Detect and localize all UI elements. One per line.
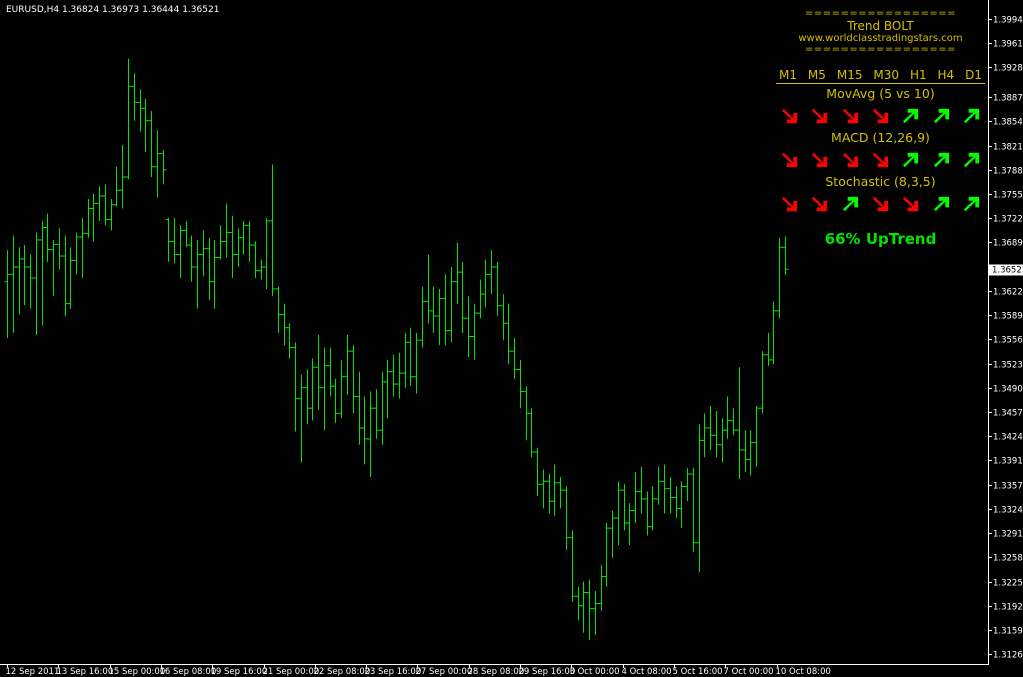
timeframe-label: H4: [937, 68, 955, 82]
time-tick-label: 22 Sep 08:00: [314, 667, 371, 677]
arrow-up-icon: [933, 152, 949, 167]
indicator-macd-arrows: [776, 148, 985, 172]
timeframe-label: M1: [779, 68, 797, 82]
price-tick-label: 1.39610: [993, 40, 1023, 50]
time-tick-label: 10 Oct 08:00: [776, 667, 831, 677]
equals-line-top: =================: [805, 9, 956, 19]
price-tick-label: 1.33910: [993, 457, 1023, 467]
panel-url: www.worldclasstradingstars.com: [798, 33, 963, 44]
timeframe-row: M1 M5 M15 M30 H1 H4 D1: [776, 67, 985, 84]
price-tick-label: 1.31260: [993, 651, 1023, 661]
time-tick-label: 12 Sep 2011: [6, 667, 60, 677]
indicator-stochastic-title: Stochastic (8,3,5): [825, 174, 936, 189]
time-tick-label: 5 Oct 16:00: [673, 667, 723, 677]
current-price-label: 1.36521: [992, 266, 1023, 276]
time-tick-label: 7 Oct 00:00: [724, 667, 774, 677]
time-tick-label: 13 Sep 16:00: [57, 667, 114, 677]
arrow-down-icon: [812, 152, 828, 167]
time-tick-label: 3 Oct 00:00: [570, 667, 620, 677]
price-tick-label: 1.33570: [993, 482, 1023, 492]
arrow-down-icon: [842, 152, 858, 167]
timeframe-label: M30: [873, 68, 900, 82]
price-tick-label: 1.35560: [993, 336, 1023, 346]
arrow-up-icon: [933, 108, 949, 123]
indicator-movavg-title: MovAvg (5 vs 10): [826, 86, 935, 101]
symbol-info: EURUSD,H4 1.36824 1.36973 1.36444 1.3652…: [6, 5, 220, 15]
price-tick-label: 1.38870: [993, 94, 1023, 104]
trend-summary: 66% UpTrend: [824, 230, 937, 248]
price-tick-label: 1.39280: [993, 64, 1023, 74]
panel-title: Trend BOLT: [847, 19, 914, 33]
timeframe-label: H1: [909, 68, 927, 82]
arrow-up-icon: [903, 152, 919, 167]
price-tick-label: 1.38210: [993, 143, 1023, 153]
price-tick-label: 1.36890: [993, 239, 1023, 249]
price-tick-label: 1.34570: [993, 409, 1023, 419]
time-tick-label: 16 Sep 08:00: [160, 667, 217, 677]
timeframe-label: M15: [836, 68, 863, 82]
time-tick-label: 4 Oct 08:00: [622, 667, 672, 677]
indicator-stochastic-arrows: [776, 192, 985, 216]
price-tick-label: 1.35890: [993, 312, 1023, 322]
price-tick-label: 1.34240: [993, 433, 1023, 443]
price-tick-label: 1.37880: [993, 167, 1023, 177]
timeframe-label: M5: [807, 68, 826, 82]
arrow-down-icon: [842, 108, 858, 123]
time-tick-label: 21 Sep 00:00: [263, 667, 320, 677]
price-tick-label: 1.32580: [993, 554, 1023, 564]
time-tick-label: 23 Sep 16:00: [365, 667, 422, 677]
price-tick-label: 1.36220: [993, 288, 1023, 298]
price-tick-label: 1.38540: [993, 118, 1023, 128]
time-tick-label: 29 Sep 16:00: [519, 667, 576, 677]
arrow-up-icon: [933, 196, 949, 211]
price-tick-label: 1.32250: [993, 579, 1023, 589]
price-tick-label: 1.32910: [993, 530, 1023, 540]
arrow-down-icon: [812, 108, 828, 123]
price-tick-label: 1.37550: [993, 191, 1023, 201]
arrow-down-icon: [903, 196, 919, 211]
price-tick-label: 1.39940: [993, 16, 1023, 26]
arrow-down-icon: [872, 108, 889, 123]
trend-bolt-panel: ================= Trend BOLT www.worldcl…: [776, 9, 985, 248]
time-tick-label: 15 Sep 00:00: [109, 667, 166, 677]
indicator-macd-title: MACD (12,26,9): [831, 130, 930, 145]
time-tick-label: 28 Sep 08:00: [468, 667, 525, 677]
price-tick-label: 1.31590: [993, 627, 1023, 637]
price-tick-label: 1.35230: [993, 361, 1023, 371]
arrow-down-icon: [812, 196, 828, 211]
current-price-marker: 1.36521: [989, 264, 1023, 276]
price-tick-label: 1.37220: [993, 215, 1023, 225]
timeframe-label: D1: [965, 68, 982, 82]
arrow-down-icon: [872, 152, 889, 167]
arrow-up-icon: [903, 108, 919, 123]
price-tick-label: 1.33240: [993, 506, 1023, 516]
arrow-down-icon: [872, 196, 889, 211]
arrow-up-icon: [963, 196, 980, 211]
arrow-up-icon: [842, 196, 858, 211]
time-tick-label: 27 Sep 00:00: [416, 667, 473, 677]
price-tick-label: 1.31920: [993, 603, 1023, 613]
time-tick-label: 19 Sep 16:00: [211, 667, 268, 677]
indicator-movavg-arrows: [776, 104, 985, 128]
equals-line-bottom: =================: [805, 45, 956, 55]
arrow-down-icon: [781, 152, 798, 167]
arrow-down-icon: [781, 108, 798, 123]
arrow-up-icon: [963, 152, 980, 167]
arrow-down-icon: [781, 196, 798, 211]
arrow-up-icon: [963, 108, 980, 123]
price-tick-label: 1.34900: [993, 385, 1023, 395]
